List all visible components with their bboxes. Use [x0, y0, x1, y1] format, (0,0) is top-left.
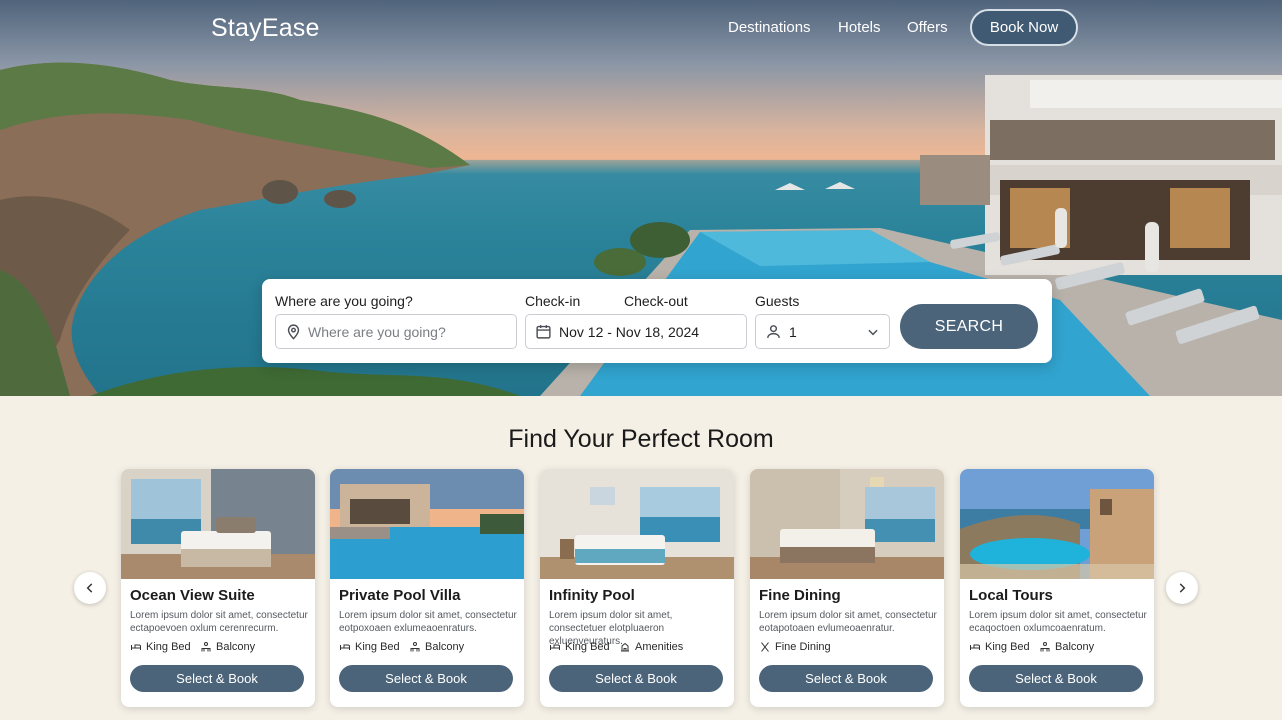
calendar-icon: [536, 325, 551, 339]
section-title: Find Your Perfect Room: [508, 425, 774, 453]
destination-input[interactable]: Where are you going?: [275, 314, 517, 349]
select-book-button[interactable]: Select & Book: [339, 665, 513, 692]
select-book-button[interactable]: Select & Book: [130, 665, 304, 692]
room-card-infinity-pool[interactable]: Infinity Pool Lorem ipsum dolor sit amet…: [540, 469, 734, 707]
balcony-icon: [1040, 642, 1050, 652]
room-card-private-pool-villa[interactable]: Private Pool Villa Lorem ipsum dolor sit…: [330, 469, 524, 707]
room-photo: [750, 469, 944, 579]
amenity-balcony: Balcony: [1039, 641, 1094, 653]
book-now-button[interactable]: Book Now: [970, 9, 1078, 46]
amenity-balcony: Balcony: [409, 641, 464, 653]
chevron-left-icon: [86, 583, 93, 593]
amenities-icon: [621, 642, 629, 652]
card-description: Lorem ipsum dolor sit amet, consectetur …: [969, 610, 1147, 634]
amenity-balcony: Balcony: [200, 641, 255, 653]
amenity-king-bed: King Bed: [130, 641, 191, 653]
room-card-ocean-view-suite[interactable]: Ocean View Suite Lorem ipsum dolor sit a…: [121, 469, 315, 707]
nav-offers[interactable]: Offers: [907, 19, 948, 36]
guests-label: Guests: [755, 293, 800, 309]
carousel-next-button[interactable]: [1166, 572, 1198, 604]
card-title: Infinity Pool: [549, 587, 635, 604]
bed-icon: [340, 644, 350, 650]
carousel-prev-button[interactable]: [74, 572, 106, 604]
select-book-button[interactable]: Select & Book: [549, 665, 723, 692]
guests-select[interactable]: 1: [755, 314, 890, 349]
bed-icon: [550, 644, 560, 650]
hero-banner: StayEase Destinations Hotels Offers Book…: [0, 0, 1282, 396]
room-photo: [330, 469, 524, 579]
room-card-local-tours[interactable]: Local Tours Lorem ipsum dolor sit amet, …: [960, 469, 1154, 707]
select-book-button[interactable]: Select & Book: [969, 665, 1143, 692]
search-button[interactable]: SEARCH: [900, 304, 1038, 349]
destination-placeholder: Where are you going?: [308, 324, 446, 340]
chevron-down-icon: [868, 329, 878, 336]
nav-destinations[interactable]: Destinations: [728, 19, 811, 36]
room-photo: [540, 469, 734, 579]
amenity-king-bed: King Bed: [969, 641, 1030, 653]
room-card-fine-dining[interactable]: Fine Dining Lorem ipsum dolor sit amet, …: [750, 469, 944, 707]
card-title: Ocean View Suite: [130, 587, 255, 604]
amenity-amenities: Amenities: [619, 641, 683, 653]
date-range-value: Nov 12 - Nov 18, 2024: [559, 324, 700, 340]
guests-value: 1: [789, 324, 797, 340]
select-book-button[interactable]: Select & Book: [759, 665, 933, 692]
card-description: Lorem ipsum dolor sit amet, consectetur …: [339, 610, 517, 634]
card-title: Local Tours: [969, 587, 1053, 604]
card-title: Private Pool Villa: [339, 587, 461, 604]
utensils-icon: [761, 642, 769, 652]
bed-icon: [970, 644, 980, 650]
bed-icon: [131, 644, 141, 650]
amenity-king-bed: King Bed: [339, 641, 400, 653]
nav-hotels[interactable]: Hotels: [838, 19, 881, 36]
card-description: Lorem ipsum dolor sit amet, consectetur …: [759, 610, 937, 634]
checkin-label: Check-in: [525, 293, 581, 309]
card-title: Fine Dining: [759, 587, 841, 604]
room-photo: [960, 469, 1154, 579]
checkout-label: Check-out: [624, 293, 688, 309]
amenity-fine-dining: Fine Dining: [759, 641, 831, 653]
chevron-right-icon: [1179, 583, 1186, 593]
location-pin-icon: [287, 324, 300, 340]
balcony-icon: [201, 642, 211, 652]
brand-logo[interactable]: StayEase: [211, 14, 320, 43]
card-description: Lorem ipsum dolor sit amet, consectetur …: [130, 610, 308, 634]
balcony-icon: [410, 642, 420, 652]
destination-label: Where are you going?: [275, 293, 413, 309]
user-icon: [767, 325, 780, 338]
amenity-king-bed: King Bed: [549, 641, 610, 653]
search-panel: Where are you going? Check-in Check-out …: [262, 279, 1052, 363]
room-photo: [121, 469, 315, 579]
date-range-input[interactable]: Nov 12 - Nov 18, 2024: [525, 314, 747, 349]
